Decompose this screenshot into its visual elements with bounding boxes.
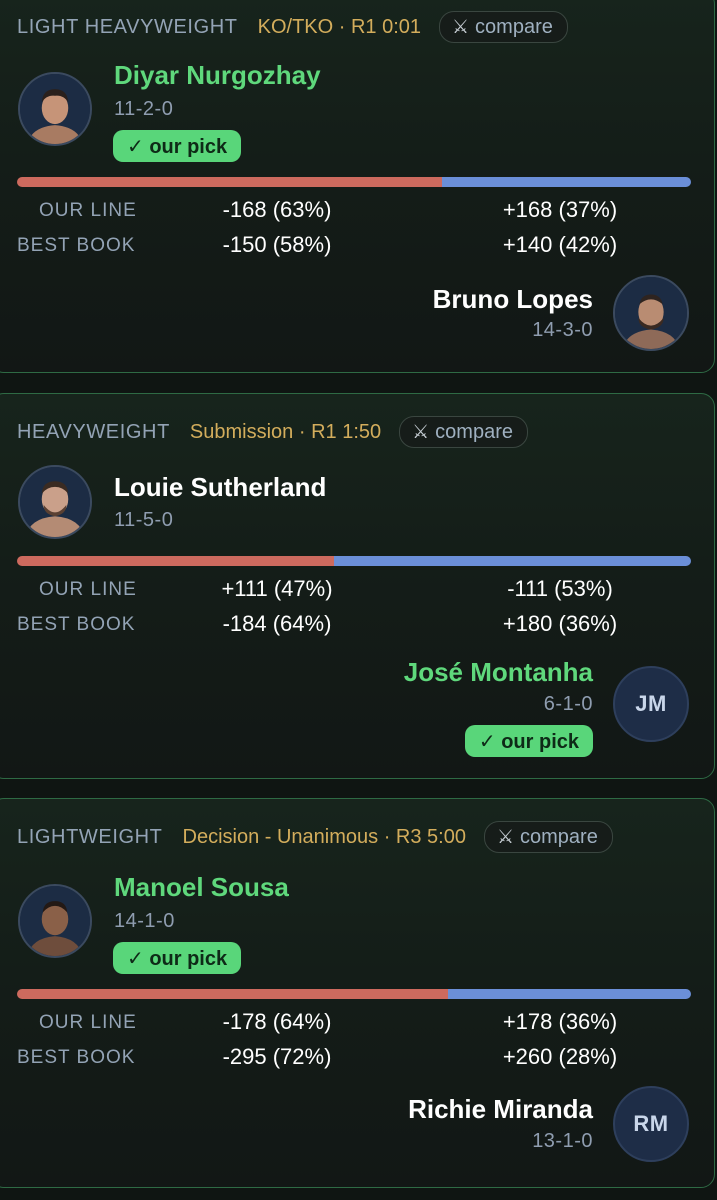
fighter-photo: [20, 467, 90, 537]
best-book-label: BEST BOOK: [17, 235, 136, 256]
our-line-blue-odds: +178 (36%): [502, 1009, 618, 1034]
our-pick-badge: ✓ our pick: [113, 942, 242, 974]
best-book-red-odds: -184 (64%): [222, 611, 332, 636]
our-line-label: OUR LINE: [39, 200, 137, 221]
our-line-red-odds: -168 (63%): [222, 197, 332, 222]
crossed-swords-icon: ⚔: [412, 421, 430, 443]
fight-header: HEAVYWEIGHT Submission · R1 1:50 ⚔ compa…: [17, 416, 528, 448]
red-fighter-record: 14-1-0: [114, 910, 175, 932]
red-fighter-name[interactable]: Diyar Nurgozhay: [114, 60, 321, 91]
weight-class: LIGHT HEAVYWEIGHT: [17, 15, 238, 38]
our-line-blue-odds: -111 (53%): [507, 576, 613, 601]
blue-fighter-avatar: [613, 275, 689, 351]
fighter-photo: [20, 886, 90, 956]
probability-bar: [17, 556, 691, 566]
red-probability-fill: [17, 177, 442, 187]
best-book-red-odds: -295 (72%): [222, 1044, 332, 1069]
fight-card[interactable]: HEAVYWEIGHT Submission · R1 1:50 ⚔ compa…: [0, 393, 715, 779]
crossed-swords-icon: ⚔: [452, 16, 470, 38]
fight-header: LIGHTWEIGHT Decision - Unanimous · R3 5:…: [17, 821, 613, 853]
probability-bar: [17, 177, 691, 187]
fight-result-method: KO/TKO · R1 0:01: [257, 15, 421, 38]
our-line-red-odds: -178 (64%): [222, 1009, 332, 1034]
fight-card[interactable]: LIGHT HEAVYWEIGHT KO/TKO · R1 0:01 ⚔ com…: [0, 0, 715, 373]
red-fighter-name[interactable]: Manoel Sousa: [114, 872, 289, 903]
blue-fighter-initials-avatar: JM: [613, 666, 689, 742]
crossed-swords-icon: ⚔: [496, 826, 515, 848]
fight-result-method: Decision - Unanimous · R3 5:00: [182, 825, 466, 848]
our-line-red-odds: +111 (47%): [221, 576, 333, 601]
red-probability-fill: [17, 556, 334, 566]
fight-card[interactable]: LIGHTWEIGHT Decision - Unanimous · R3 5:…: [0, 798, 715, 1188]
red-fighter-avatar: [18, 884, 92, 958]
blue-probability-fill: [441, 177, 691, 187]
compare-button[interactable]: ⚔ compare: [399, 416, 528, 448]
weight-class: LIGHTWEIGHT: [17, 825, 163, 848]
blue-fighter-record: 14-3-0: [532, 319, 593, 341]
best-book-label: BEST BOOK: [17, 1047, 136, 1068]
blue-probability-fill: [448, 989, 691, 999]
red-fighter-record: 11-5-0: [114, 509, 174, 531]
red-fighter-avatar: [18, 72, 92, 146]
blue-fighter-record: 6-1-0: [543, 693, 593, 715]
best-book-blue-odds: +140 (42%): [502, 232, 618, 257]
probability-bar: [17, 989, 691, 999]
blue-probability-fill: [333, 556, 691, 566]
blue-fighter-record: 13-1-0: [532, 1130, 593, 1152]
compare-button[interactable]: ⚔ compare: [439, 11, 568, 43]
red-fighter-avatar: [18, 465, 92, 539]
our-pick-badge: ✓ our pick: [464, 725, 593, 757]
our-line-blue-odds: +168 (37%): [502, 197, 618, 222]
best-book-blue-odds: +260 (28%): [502, 1044, 618, 1069]
fighter-photo: [20, 74, 90, 144]
fighter-photo: [615, 277, 687, 349]
red-fighter-record: 11-2-0: [114, 98, 174, 120]
fight-header: LIGHT HEAVYWEIGHT KO/TKO · R1 0:01 ⚔ com…: [17, 11, 568, 43]
best-book-label: BEST BOOK: [17, 614, 136, 635]
best-book-blue-odds: +180 (36%): [502, 611, 618, 636]
our-pick-badge: ✓ our pick: [113, 130, 242, 162]
blue-fighter-name[interactable]: Bruno Lopes: [433, 284, 593, 315]
weight-class: HEAVYWEIGHT: [17, 420, 170, 443]
compare-button[interactable]: ⚔ compare: [483, 821, 613, 853]
our-line-label: OUR LINE: [39, 579, 137, 600]
fight-result-method: Submission · R1 1:50: [189, 420, 382, 443]
blue-fighter-initials-avatar: RM: [613, 1086, 689, 1162]
red-fighter-name[interactable]: Louie Sutherland: [114, 472, 326, 503]
red-probability-fill: [17, 989, 449, 999]
our-line-label: OUR LINE: [39, 1012, 137, 1033]
blue-fighter-name[interactable]: José Montanha: [404, 657, 593, 688]
blue-fighter-name[interactable]: Richie Miranda: [408, 1094, 593, 1125]
best-book-red-odds: -150 (58%): [222, 232, 332, 257]
